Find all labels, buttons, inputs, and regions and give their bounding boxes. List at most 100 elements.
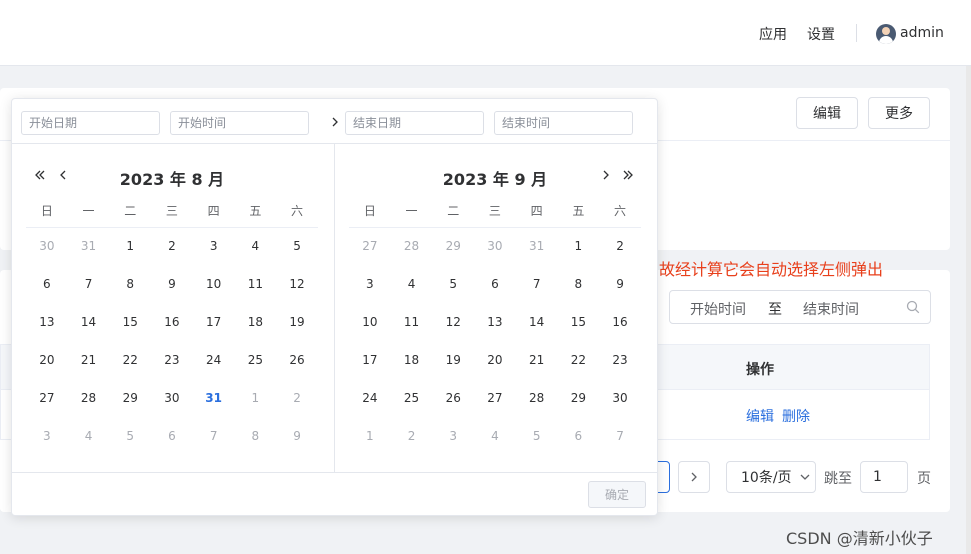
calendar-day[interactable]: 14 (68, 315, 110, 329)
calendar-day[interactable]: 6 (26, 277, 68, 291)
calendar-day[interactable]: 29 (558, 391, 600, 405)
calendar-day[interactable]: 16 (151, 315, 193, 329)
calendar-day[interactable]: 25 (391, 391, 433, 405)
calendar-day[interactable]: 2 (276, 391, 318, 405)
calendar-day[interactable]: 1 (349, 429, 391, 443)
calendar-day[interactable]: 30 (151, 391, 193, 405)
calendar-day[interactable]: 23 (599, 353, 641, 367)
calendar-day[interactable]: 17 (193, 315, 235, 329)
calendar-day[interactable]: 27 (26, 391, 68, 405)
calendar-day[interactable]: 23 (151, 353, 193, 367)
calendar-day[interactable]: 22 (558, 353, 600, 367)
edit-button[interactable]: 编辑 (796, 97, 858, 129)
jump-page-input[interactable]: 1 (860, 461, 908, 493)
calendar-day[interactable]: 1 (235, 391, 277, 405)
calendar-day[interactable]: 11 (391, 315, 433, 329)
calendar-day[interactable]: 29 (432, 239, 474, 253)
calendar-day[interactable]: 11 (235, 277, 277, 291)
calendar-day[interactable]: 28 (516, 391, 558, 405)
calendar-day[interactable]: 24 (193, 353, 235, 367)
start-time-input[interactable]: 开始时间 (170, 111, 309, 135)
calendar-day[interactable]: 2 (151, 239, 193, 253)
calendar-day[interactable]: 3 (26, 429, 68, 443)
calendar-day[interactable]: 18 (235, 315, 277, 329)
calendar-day[interactable]: 12 (276, 277, 318, 291)
calendar-day[interactable]: 9 (276, 429, 318, 443)
calendar-day[interactable]: 26 (276, 353, 318, 367)
row-delete-link[interactable]: 删除 (782, 406, 810, 426)
calendar-day[interactable]: 27 (349, 239, 391, 253)
calendar-day[interactable]: 10 (349, 315, 391, 329)
calendar-day[interactable]: 29 (109, 391, 151, 405)
calendar-day[interactable]: 25 (235, 353, 277, 367)
end-time-input[interactable]: 结束时间 (494, 111, 633, 135)
calendar-day-today[interactable]: 31 (193, 391, 235, 405)
calendar-day[interactable]: 15 (558, 315, 600, 329)
calendar-day[interactable]: 18 (391, 353, 433, 367)
calendar-day[interactable]: 5 (109, 429, 151, 443)
calendar-day[interactable]: 4 (235, 239, 277, 253)
calendar-day[interactable]: 6 (558, 429, 600, 443)
calendar-day[interactable]: 8 (558, 277, 600, 291)
page-size-select[interactable]: 10条/页 (726, 461, 816, 493)
calendar-day[interactable]: 21 (516, 353, 558, 367)
calendar-day[interactable]: 5 (516, 429, 558, 443)
calendar-day[interactable]: 20 (26, 353, 68, 367)
username[interactable]: admin (900, 25, 944, 41)
calendar-day[interactable]: 19 (432, 353, 474, 367)
calendar-day[interactable]: 20 (474, 353, 516, 367)
calendar-day[interactable]: 24 (349, 391, 391, 405)
nav-apps[interactable]: 应用 (759, 24, 787, 44)
calendar-day[interactable]: 7 (516, 277, 558, 291)
date-range-search[interactable]: 开始时间 至 结束时间 (669, 290, 931, 324)
calendar-day[interactable]: 12 (432, 315, 474, 329)
search-icon[interactable] (906, 300, 920, 314)
calendar-day[interactable]: 13 (474, 315, 516, 329)
calendar-day[interactable]: 7 (68, 277, 110, 291)
calendar-day[interactable]: 19 (276, 315, 318, 329)
calendar-day[interactable]: 30 (599, 391, 641, 405)
calendar-day[interactable]: 30 (26, 239, 68, 253)
calendar-day[interactable]: 4 (68, 429, 110, 443)
calendar-day[interactable]: 13 (26, 315, 68, 329)
calendar-day[interactable]: 17 (349, 353, 391, 367)
calendar-day[interactable]: 2 (391, 429, 433, 443)
calendar-day[interactable]: 21 (68, 353, 110, 367)
more-button[interactable]: 更多 (868, 97, 930, 129)
calendar-day[interactable]: 22 (109, 353, 151, 367)
calendar-day[interactable]: 30 (474, 239, 516, 253)
calendar-day[interactable]: 31 (68, 239, 110, 253)
calendar-day[interactable]: 9 (151, 277, 193, 291)
calendar-day[interactable]: 4 (474, 429, 516, 443)
calendar-day[interactable]: 7 (599, 429, 641, 443)
calendar-day[interactable]: 8 (109, 277, 151, 291)
page-scrollbar[interactable] (966, 66, 971, 554)
calendar-day[interactable]: 1 (558, 239, 600, 253)
start-date-input[interactable]: 开始日期 (21, 111, 160, 135)
calendar-day[interactable]: 14 (516, 315, 558, 329)
avatar[interactable] (876, 24, 896, 44)
confirm-button[interactable]: 确定 (588, 481, 646, 508)
calendar-day[interactable]: 26 (432, 391, 474, 405)
calendar-day[interactable]: 5 (276, 239, 318, 253)
calendar-day[interactable]: 3 (193, 239, 235, 253)
pager-next-button[interactable] (678, 461, 710, 493)
calendar-day[interactable]: 6 (151, 429, 193, 443)
calendar-day[interactable]: 16 (599, 315, 641, 329)
calendar-day[interactable]: 1 (109, 239, 151, 253)
calendar-day[interactable]: 9 (599, 277, 641, 291)
calendar-day[interactable]: 27 (474, 391, 516, 405)
calendar-day[interactable]: 5 (432, 277, 474, 291)
calendar-day[interactable]: 31 (516, 239, 558, 253)
calendar-day[interactable]: 2 (599, 239, 641, 253)
calendar-day[interactable]: 3 (432, 429, 474, 443)
calendar-day[interactable]: 28 (68, 391, 110, 405)
end-date-input[interactable]: 结束日期 (345, 111, 484, 135)
calendar-day[interactable]: 8 (235, 429, 277, 443)
calendar-day[interactable]: 6 (474, 277, 516, 291)
calendar-day[interactable]: 28 (391, 239, 433, 253)
calendar-day[interactable]: 4 (391, 277, 433, 291)
row-edit-link[interactable]: 编辑 (746, 406, 774, 426)
calendar-day[interactable]: 15 (109, 315, 151, 329)
nav-settings[interactable]: 设置 (807, 24, 835, 44)
